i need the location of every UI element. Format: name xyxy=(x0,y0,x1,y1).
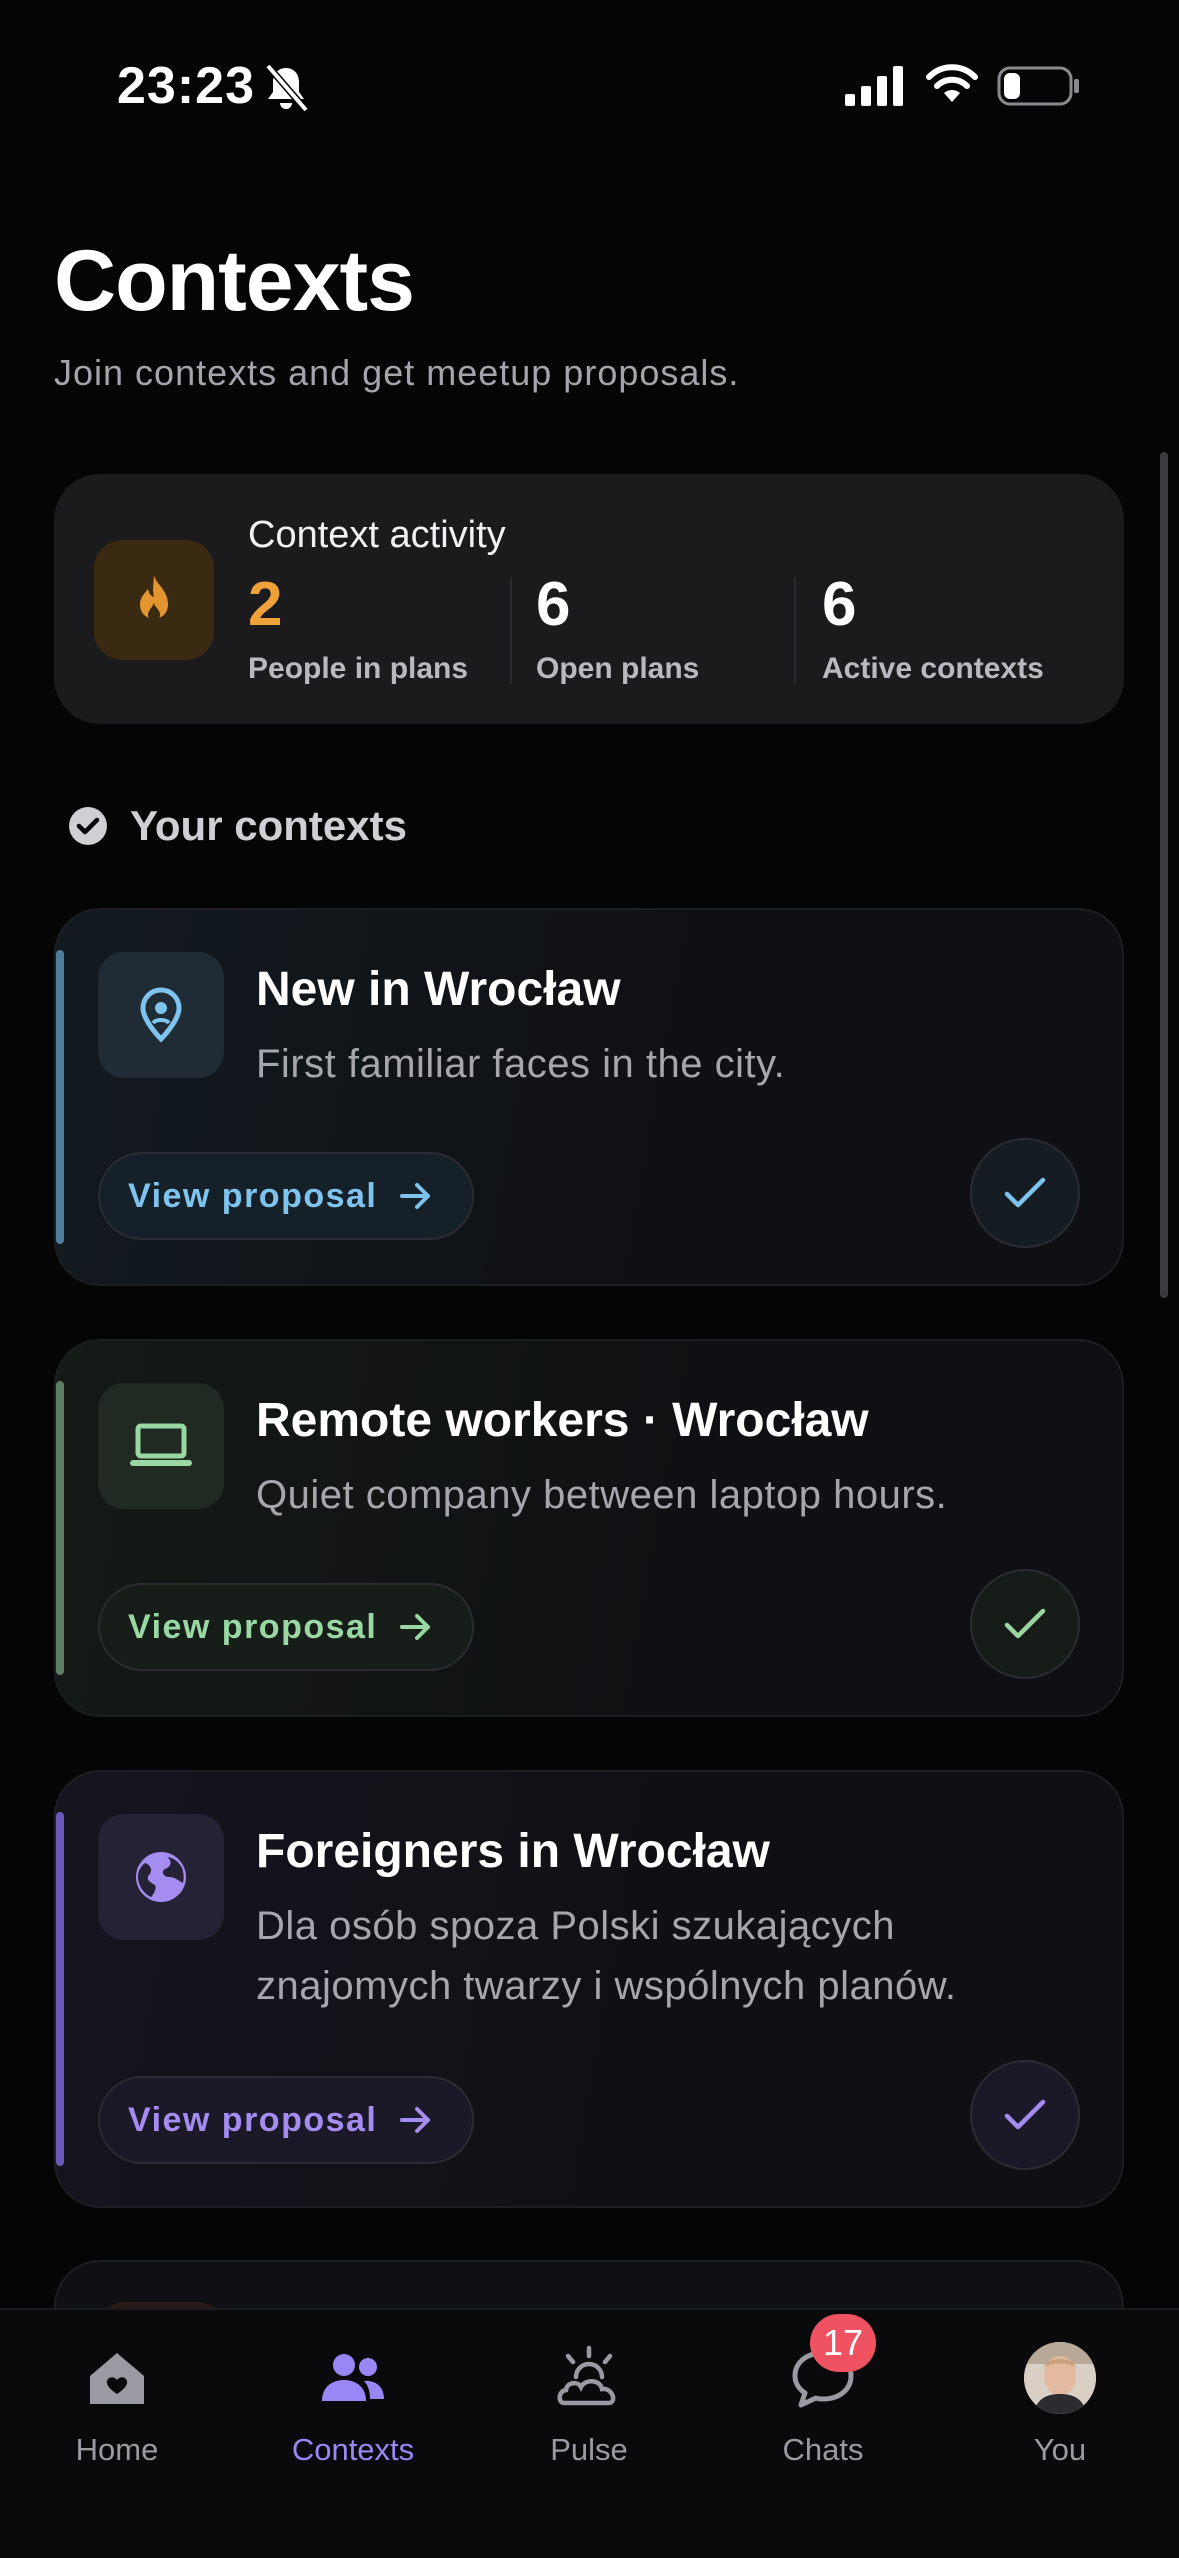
checkmark-icon xyxy=(1004,1177,1046,1208)
joined-check-button[interactable] xyxy=(970,2060,1080,2170)
tab-label: Chats xyxy=(782,2432,864,2467)
section-header-your-contexts: Your contexts xyxy=(68,796,407,856)
view-proposal-button[interactable]: View proposal xyxy=(98,2076,474,2164)
stat-divider xyxy=(510,578,512,684)
tab-pulse[interactable]: Pulse xyxy=(489,2338,689,2468)
joined-check-button[interactable] xyxy=(970,1569,1080,1679)
checkmark-icon xyxy=(1004,1608,1046,1639)
context-title: New in Wrocław xyxy=(256,963,621,1016)
stat-active-contexts: 6 Active contexts xyxy=(822,574,1044,686)
page-title: Contexts xyxy=(54,233,415,329)
page-subtitle: Join contexts and get meetup proposals. xyxy=(54,352,740,393)
stat-value: 6 xyxy=(536,570,571,639)
tab-label: You xyxy=(1033,2432,1087,2467)
checkmark-icon xyxy=(1004,2099,1046,2130)
joined-check-button[interactable] xyxy=(970,1138,1080,1248)
stat-label: Open plans xyxy=(536,652,700,685)
scrollbar[interactable] xyxy=(1160,452,1168,1298)
sun-cloud-icon xyxy=(557,2345,616,2406)
card-accent-bar xyxy=(56,950,64,1244)
stat-value: 6 xyxy=(822,570,857,639)
context-title: Remote workers · Wrocław xyxy=(256,1394,869,1447)
location-pin-icon xyxy=(140,987,182,1043)
context-card-remote-workers[interactable]: Remote workers · Wrocław Quiet company b… xyxy=(54,1339,1124,1717)
tab-contexts[interactable]: Contexts xyxy=(253,2338,453,2468)
tab-you[interactable]: You xyxy=(960,2338,1160,2468)
stat-label: People in plans xyxy=(248,652,469,685)
context-icon-box xyxy=(98,1814,224,1940)
tab-home[interactable]: Home xyxy=(17,2338,217,2468)
status-time: 23:23 xyxy=(117,57,255,115)
fire-icon xyxy=(140,575,168,621)
context-icon-box xyxy=(98,1383,224,1509)
context-title: Foreigners in Wrocław xyxy=(256,1825,770,1878)
avatar-image xyxy=(1024,2342,1096,2414)
card-accent-bar xyxy=(56,1812,64,2166)
context-description: First familiar faces in the city. xyxy=(256,1042,786,1086)
status-bar: 23:23 xyxy=(0,0,1179,170)
context-icon-box xyxy=(98,952,224,1078)
section-title: Your contexts xyxy=(130,802,407,849)
home-heart-icon xyxy=(90,2353,144,2404)
view-proposal-label: View proposal xyxy=(128,1607,378,1646)
stat-label: Active contexts xyxy=(822,652,1044,685)
context-description: Quiet company between laptop hours. xyxy=(256,1473,948,1517)
check-circle-icon xyxy=(69,807,107,845)
context-card-new-in-wroclaw[interactable]: New in Wrocław First familiar faces in t… xyxy=(54,908,1124,1286)
context-description: Dla osób spoza Polski szukających znajom… xyxy=(256,1904,957,2008)
view-proposal-button[interactable]: View proposal xyxy=(98,1152,474,1240)
view-proposal-button[interactable]: View proposal xyxy=(98,1583,474,1671)
view-proposal-label: View proposal xyxy=(128,2100,378,2139)
people-icon xyxy=(322,2354,384,2401)
stat-open-plans: 6 Open plans xyxy=(536,574,699,686)
stat-value: 2 xyxy=(248,570,283,639)
card-accent-bar xyxy=(56,1381,64,1675)
bell-muted-icon xyxy=(265,63,309,113)
arrow-right-icon xyxy=(400,2107,431,2133)
context-card-foreigners-in-wroclaw[interactable]: Foreigners in Wrocław Dla osób spoza Pol… xyxy=(54,1770,1124,2208)
arrow-right-icon xyxy=(400,1183,431,1209)
tab-label: Contexts xyxy=(291,2432,415,2467)
stat-people-in-plans: 2 People in plans xyxy=(248,574,468,686)
tab-bar: Home Contexts Pulse Chats You xyxy=(0,2308,1179,2558)
chats-unread-badge: 17 xyxy=(810,2314,876,2372)
tab-label: Home xyxy=(75,2432,159,2467)
globe-icon xyxy=(136,1852,186,1902)
view-proposal-label: View proposal xyxy=(128,1176,378,1215)
activity-icon-box xyxy=(94,540,214,660)
activity-title: Context activity xyxy=(248,514,506,556)
tab-label: Pulse xyxy=(550,2432,628,2467)
stat-divider xyxy=(794,578,796,684)
battery-icon xyxy=(997,66,1079,106)
arrow-right-icon xyxy=(400,1614,431,1640)
cellular-signal-icon xyxy=(845,66,903,106)
context-activity-card: Context activity 2 People in plans 6 Ope… xyxy=(54,474,1124,724)
avatar xyxy=(1024,2342,1096,2414)
wifi-icon xyxy=(926,64,978,102)
laptop-icon xyxy=(130,1423,192,1466)
